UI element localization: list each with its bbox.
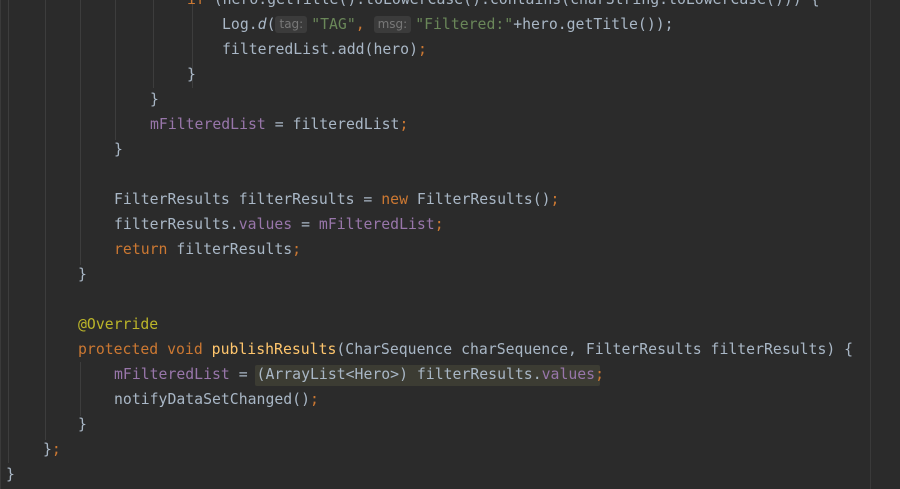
brace: }	[43, 441, 52, 458]
string-literal: "TAG"	[311, 16, 356, 33]
brace: }	[114, 141, 123, 158]
indent-guide	[80, 362, 81, 416]
field-ref: values	[541, 366, 596, 383]
code-line[interactable]: if (hero.getTitle().toLowerCase().contai…	[187, 0, 820, 12]
semicolon: ;	[310, 391, 319, 408]
code-line[interactable]: filterResults.values = mFilteredList;	[114, 212, 444, 237]
semicolon: ;	[292, 241, 302, 258]
brace: }	[150, 91, 159, 108]
code-line[interactable]: };	[43, 437, 61, 462]
code-text: (	[266, 16, 276, 33]
parameter-hint-msg: msg:	[373, 16, 412, 33]
code-line[interactable]: protected void publishResults(CharSequen…	[78, 337, 853, 362]
semicolon: ;	[51, 441, 61, 458]
code-line[interactable]: }	[114, 137, 123, 162]
brace: }	[78, 266, 87, 283]
keyword: new	[381, 191, 408, 208]
code-text: filterResults.	[114, 216, 239, 233]
field-ref: mFilteredList	[114, 366, 230, 383]
gutter-edge	[0, 0, 1, 489]
keyword: void	[167, 341, 203, 358]
code-text: (hero.getTitle().toLowerCase().contains(…	[205, 0, 820, 8]
code-line[interactable]: mFilteredList = (ArrayList<Hero>) filter…	[114, 362, 604, 387]
semicolon: ;	[595, 366, 604, 383]
code-text: filterResults	[167, 241, 293, 258]
keyword: if	[187, 0, 205, 8]
code-line[interactable]: mFilteredList = filteredList;	[150, 112, 408, 137]
indent-guide	[80, 0, 81, 265]
indent-guide	[45, 0, 46, 440]
annotation: @Override	[78, 316, 159, 333]
code-editor[interactable]: if (hero.getTitle().toLowerCase().contai…	[0, 0, 900, 489]
code-text: filteredList.add(hero)	[222, 41, 418, 58]
semicolon: ;	[550, 191, 560, 208]
code-line[interactable]: }	[6, 462, 15, 487]
semicolon: ;	[399, 116, 409, 133]
code-text: =	[229, 366, 257, 383]
parameter-hint-tag: tag:	[275, 16, 308, 33]
code-text: = filteredList	[265, 116, 400, 133]
code-text: =	[292, 216, 319, 233]
code-line[interactable]: return filterResults;	[114, 237, 301, 262]
brace: }	[187, 66, 196, 83]
code-text: notifyDataSetChanged()	[114, 391, 310, 408]
code-line[interactable]: }	[78, 262, 87, 287]
code-text: (CharSequence charSequence, FilterResult…	[336, 341, 854, 358]
semicolon: ;	[434, 216, 444, 233]
right-margin-guide	[870, 0, 871, 489]
code-line[interactable]: }	[187, 62, 196, 87]
code-line[interactable]: @Override	[78, 312, 158, 337]
code-line[interactable]: }	[150, 87, 159, 112]
indent-guide	[153, 0, 154, 88]
code-line[interactable]: notifyDataSetChanged();	[114, 387, 319, 412]
field-ref: values	[238, 216, 293, 233]
keyword: return	[114, 241, 168, 258]
semicolon: ;	[418, 41, 427, 58]
method-declaration: publishResults	[211, 341, 337, 358]
string-literal: "Filtered:"	[415, 16, 514, 33]
indent-guide	[8, 0, 9, 463]
code-line[interactable]: }	[78, 412, 87, 437]
code-line[interactable]: Log.d(tag: "TAG", msg: "Filtered:"+hero.ge…	[222, 12, 674, 37]
field-ref: mFilteredList	[150, 116, 266, 133]
code-text: +hero.getTitle());	[513, 16, 674, 33]
code-text: ,	[355, 16, 374, 33]
code-text: FilterResults filterResults =	[114, 191, 382, 208]
code-line[interactable]: FilterResults filterResults = new Filter…	[114, 187, 559, 212]
brace: }	[78, 416, 87, 433]
brace: }	[6, 466, 15, 483]
code-text: (ArrayList<Hero>) filterResults.	[256, 366, 542, 383]
code-line[interactable]: filteredList.add(hero);	[222, 37, 427, 62]
indent-guide	[115, 0, 116, 140]
code-text: FilterResults()	[408, 191, 551, 208]
method-call: d	[257, 16, 267, 33]
keyword: protected	[78, 341, 159, 358]
field-ref: mFilteredList	[318, 216, 435, 233]
code-text: Log.	[222, 16, 258, 33]
